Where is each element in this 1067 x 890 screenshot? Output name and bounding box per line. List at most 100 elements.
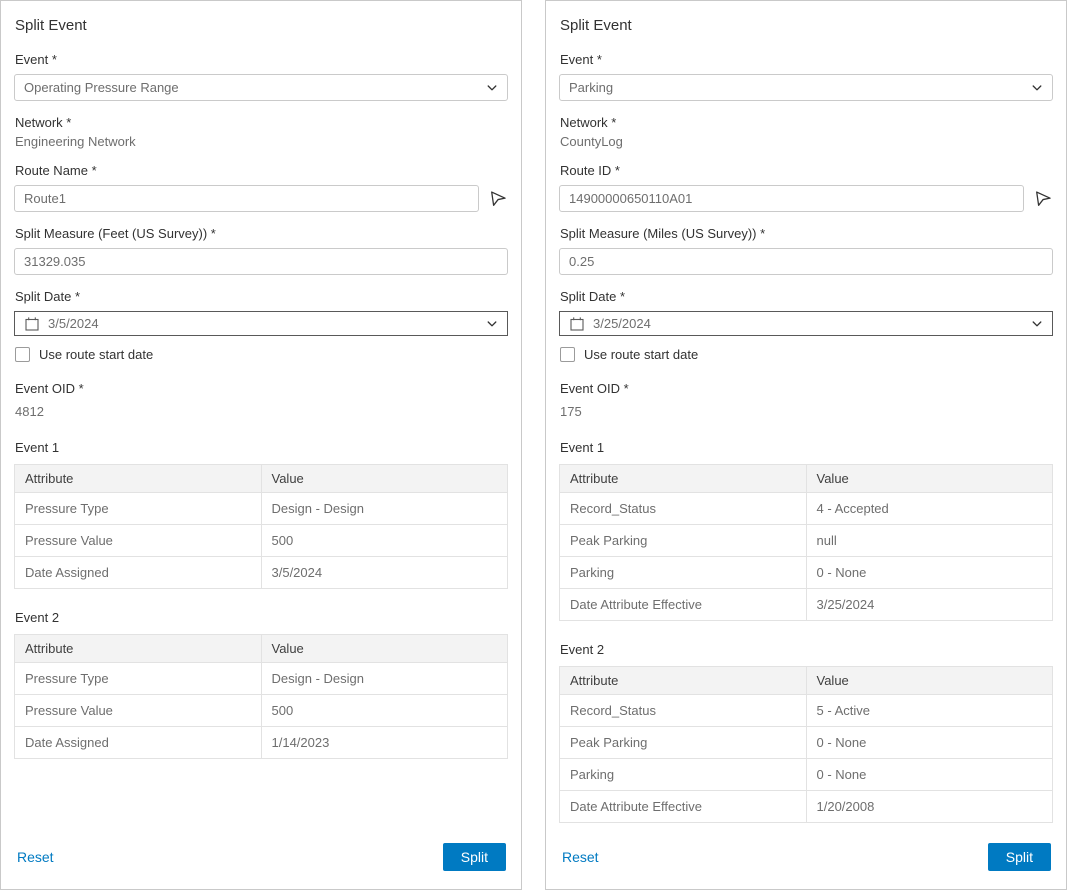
event1-table: Attribute Value Record_Status 4 - Accept… [559, 464, 1053, 621]
attribute-cell: Pressure Type [15, 663, 262, 695]
event2-table: Attribute Value Record_Status 5 - Active… [559, 666, 1053, 823]
network-label: Network * [560, 115, 1053, 130]
value-column-header: Value [806, 667, 1053, 695]
event2-section-title: Event 2 [560, 642, 1053, 657]
split-button[interactable]: Split [988, 843, 1051, 871]
reset-button[interactable]: Reset [562, 849, 599, 865]
table-header-row: Attribute Value [15, 465, 508, 493]
calendar-icon [569, 316, 585, 332]
attribute-cell: Date Attribute Effective [560, 589, 807, 621]
attribute-column-header: Attribute [560, 465, 807, 493]
select-route-on-map-icon[interactable] [1033, 189, 1053, 209]
route-label: Route ID * [560, 163, 1053, 178]
event-label: Event * [15, 52, 508, 67]
attribute-cell: Peak Parking [560, 727, 807, 759]
table-row: Pressure Type Design - Design [15, 493, 508, 525]
value-cell: 0 - None [806, 727, 1053, 759]
reset-button[interactable]: Reset [17, 849, 54, 865]
value-cell: 1/20/2008 [806, 791, 1053, 823]
event-label: Event * [560, 52, 1053, 67]
value-cell: 500 [261, 525, 508, 557]
attribute-cell: Parking [560, 557, 807, 589]
split-date-value: 3/25/2024 [593, 316, 651, 331]
split-event-panel-left: Split Event Event * Operating Pressure R… [0, 0, 522, 890]
table-header-row: Attribute Value [560, 667, 1053, 695]
value-column-header: Value [261, 465, 508, 493]
event1-section-title: Event 1 [15, 440, 508, 455]
split-date-picker[interactable]: 3/25/2024 [559, 311, 1053, 336]
table-row: Pressure Type Design - Design [15, 663, 508, 695]
event-select-value: Operating Pressure Range [24, 80, 179, 95]
attribute-cell: Peak Parking [560, 525, 807, 557]
table-row: Peak Parking 0 - None [560, 727, 1053, 759]
network-value: Engineering Network [15, 134, 508, 149]
attribute-cell: Pressure Value [15, 525, 262, 557]
chevron-down-icon [486, 82, 498, 94]
attribute-cell: Date Attribute Effective [560, 791, 807, 823]
attribute-cell: Pressure Value [15, 695, 262, 727]
attribute-cell: Parking [560, 759, 807, 791]
attribute-cell: Record_Status [560, 695, 807, 727]
table-row: Pressure Value 500 [15, 695, 508, 727]
value-cell: null [806, 525, 1053, 557]
attribute-cell: Record_Status [560, 493, 807, 525]
split-event-panel-right: Split Event Event * Parking Network * Co… [545, 0, 1067, 890]
event-oid-value: 4812 [15, 404, 508, 419]
page-title: Split Event [560, 17, 1053, 34]
split-measure-label: Split Measure (Feet (US Survey)) * [15, 226, 508, 241]
event-select[interactable]: Operating Pressure Range [14, 74, 508, 101]
value-cell: 3/5/2024 [261, 557, 508, 589]
route-input[interactable] [14, 185, 479, 212]
chevron-down-icon [1031, 82, 1043, 94]
chevron-down-icon [1031, 318, 1043, 330]
route-input[interactable] [559, 185, 1024, 212]
network-value: CountyLog [560, 134, 1053, 149]
value-column-header: Value [261, 635, 508, 663]
table-row: Date Assigned 1/14/2023 [15, 727, 508, 759]
value-cell: 4 - Accepted [806, 493, 1053, 525]
route-label: Route Name * [15, 163, 508, 178]
attribute-cell: Date Assigned [15, 557, 262, 589]
split-date-value: 3/5/2024 [48, 316, 99, 331]
use-route-start-date-label: Use route start date [39, 347, 153, 362]
event1-table: Attribute Value Pressure Type Design - D… [14, 464, 508, 589]
event-oid-value: 175 [560, 404, 1053, 419]
value-cell: 1/14/2023 [261, 727, 508, 759]
split-date-label: Split Date * [560, 289, 1053, 304]
event-oid-label: Event OID * [560, 381, 1053, 396]
workspace: Split Event Event * Operating Pressure R… [0, 0, 1067, 890]
chevron-down-icon [486, 318, 498, 330]
attribute-cell: Date Assigned [15, 727, 262, 759]
value-column-header: Value [806, 465, 1053, 493]
table-row: Parking 0 - None [560, 759, 1053, 791]
table-row: Peak Parking null [560, 525, 1053, 557]
table-header-row: Attribute Value [560, 465, 1053, 493]
event2-table: Attribute Value Pressure Type Design - D… [14, 634, 508, 759]
network-label: Network * [15, 115, 508, 130]
split-measure-label: Split Measure (Miles (US Survey)) * [560, 226, 1053, 241]
split-date-label: Split Date * [15, 289, 508, 304]
value-cell: 0 - None [806, 557, 1053, 589]
attribute-cell: Pressure Type [15, 493, 262, 525]
value-cell: 5 - Active [806, 695, 1053, 727]
split-measure-input[interactable] [14, 248, 508, 275]
value-cell: 0 - None [806, 759, 1053, 791]
calendar-icon [24, 316, 40, 332]
select-route-on-map-icon[interactable] [488, 189, 508, 209]
split-date-picker[interactable]: 3/5/2024 [14, 311, 508, 336]
split-measure-input[interactable] [559, 248, 1053, 275]
value-cell: Design - Design [261, 493, 508, 525]
event-select[interactable]: Parking [559, 74, 1053, 101]
table-header-row: Attribute Value [15, 635, 508, 663]
use-route-start-date-checkbox[interactable] [15, 347, 30, 362]
table-row: Record_Status 5 - Active [560, 695, 1053, 727]
use-route-start-date-label: Use route start date [584, 347, 698, 362]
table-row: Date Assigned 3/5/2024 [15, 557, 508, 589]
table-row: Record_Status 4 - Accepted [560, 493, 1053, 525]
split-button[interactable]: Split [443, 843, 506, 871]
table-row: Date Attribute Effective 3/25/2024 [560, 589, 1053, 621]
event2-section-title: Event 2 [15, 610, 508, 625]
page-title: Split Event [15, 17, 508, 34]
use-route-start-date-checkbox[interactable] [560, 347, 575, 362]
event-select-value: Parking [569, 80, 613, 95]
